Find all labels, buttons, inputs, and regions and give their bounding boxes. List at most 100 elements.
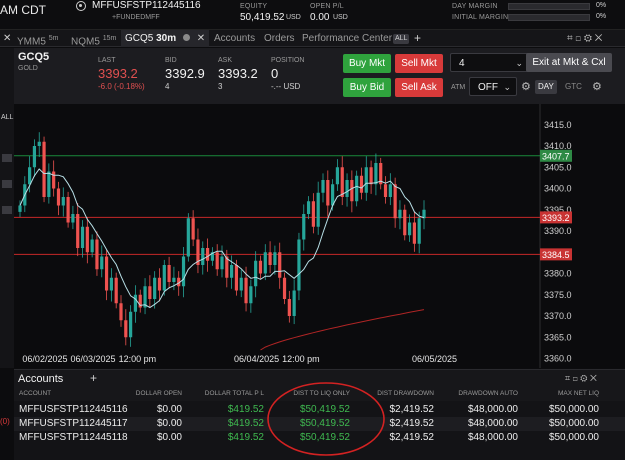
candle-body bbox=[153, 277, 157, 299]
close-panel-icon[interactable]: ✕ bbox=[3, 30, 15, 47]
last-label: LAST bbox=[98, 57, 116, 64]
col-max-net-liq[interactable]: MAX NET LIQ bbox=[522, 387, 599, 401]
exit-at-mkt-cancel-button[interactable]: Exit at Mkt & Cxl bbox=[526, 53, 612, 72]
sell-mkt-button[interactable]: Sell Mkt bbox=[395, 54, 443, 73]
candle-body bbox=[201, 248, 205, 265]
candle-body bbox=[100, 256, 104, 270]
col-dollar-open[interactable]: DOLLAR OPEN bbox=[112, 387, 182, 401]
price-chart[interactable]: 3415.03410.03405.03400.03395.03390.03385… bbox=[14, 104, 625, 368]
tabs-badge[interactable]: ALL bbox=[393, 30, 410, 47]
candle-body bbox=[109, 277, 113, 291]
col-dollar-total-pl[interactable]: DOLLAR TOTAL P L bbox=[188, 387, 264, 401]
quantity-select[interactable]: 4 ⌄ bbox=[450, 53, 530, 72]
candle-body bbox=[191, 218, 195, 240]
candle-body bbox=[292, 290, 296, 316]
tab-bar: ✕ YMM5 5m NQM5 15m GCQ5 30m ✕ Accounts O… bbox=[0, 30, 625, 47]
account-summary-bar: AM CDT MFFUSFSTP112445116 +FUNDEDMFF EQU… bbox=[0, 0, 625, 30]
candle-body bbox=[71, 214, 75, 223]
tab-orders[interactable]: Orders bbox=[264, 30, 295, 47]
candle-body bbox=[56, 188, 61, 206]
order-settings-icon[interactable]: ⚙ bbox=[592, 80, 602, 93]
candle-body bbox=[249, 286, 253, 304]
tab-ymm5[interactable]: YMM5 5m bbox=[17, 30, 58, 47]
panel-controls-icon[interactable]: ⌗ ◻ ⚙ ✕ bbox=[565, 373, 597, 384]
ask-price: 3393.2 bbox=[218, 66, 258, 81]
drawdown-auto-cell: $48,000.00 bbox=[467, 418, 518, 429]
candle-body bbox=[80, 226, 85, 248]
price-level-label: 3393.2 bbox=[542, 213, 570, 223]
drawdown-auto-cell: $48,000.00 bbox=[467, 432, 518, 443]
day-margin-bar bbox=[508, 3, 590, 10]
candle-body bbox=[321, 180, 325, 193]
dollar-open-cell: $0.00 bbox=[156, 418, 182, 429]
initial-margin-label: INITIAL MARGIN bbox=[452, 14, 509, 21]
candle-body bbox=[162, 265, 166, 291]
tab-accounts[interactable]: Accounts bbox=[214, 30, 255, 47]
equity-label: EQUITY bbox=[240, 3, 268, 10]
last-price: 3393.2 bbox=[98, 66, 138, 81]
tab-gcq5[interactable]: GCQ5 30m ✕ bbox=[121, 30, 209, 47]
candle-body bbox=[297, 239, 301, 291]
price-level-label: 3384.5 bbox=[542, 250, 570, 260]
col-drawdown-auto[interactable]: DRAWDOWN AUTO bbox=[438, 387, 518, 401]
candle-body bbox=[157, 277, 162, 291]
accounts-table: ACCOUNT DOLLAR OPEN DOLLAR TOTAL P L DIS… bbox=[14, 382, 625, 460]
tif-day-toggle[interactable]: DAY bbox=[535, 80, 557, 94]
buy-mkt-button[interactable]: Buy Mkt bbox=[343, 54, 391, 73]
candle-body bbox=[311, 201, 315, 227]
day-margin-label: DAY MARGIN bbox=[452, 3, 498, 10]
col-account[interactable]: ACCOUNT bbox=[19, 387, 51, 401]
candle-body bbox=[369, 167, 373, 185]
candle-body bbox=[215, 252, 219, 270]
candle-body bbox=[119, 303, 123, 321]
left-edge-mark: (0) bbox=[0, 417, 10, 426]
y-tick-label: 3390.0 bbox=[544, 226, 572, 236]
candle-body bbox=[383, 184, 388, 197]
x-tick-label: 12:00 pm bbox=[282, 354, 320, 364]
symbol: GCQ5 bbox=[18, 51, 50, 63]
annotation-ellipse bbox=[267, 382, 385, 456]
buy-bid-button[interactable]: Buy Bid bbox=[343, 78, 391, 97]
equity-value: 50,419.52 bbox=[240, 12, 285, 23]
candle-body bbox=[263, 252, 267, 274]
candle-body bbox=[18, 205, 22, 212]
candle-body bbox=[407, 222, 412, 236]
candle-body bbox=[388, 184, 392, 197]
ask-size: 3 bbox=[218, 82, 223, 91]
tab-nqm5[interactable]: NQM5 15m bbox=[71, 30, 116, 47]
candle-body bbox=[364, 167, 368, 193]
bid-size: 4 bbox=[165, 82, 170, 91]
candle-body bbox=[133, 294, 138, 312]
openpl-label: OPEN P/L bbox=[310, 3, 344, 10]
account-selector-icon[interactable] bbox=[76, 1, 86, 11]
account-id[interactable]: MFFUSFSTP112445116 bbox=[92, 0, 201, 11]
chart-svg[interactable]: 3415.03410.03405.03400.03395.03390.03385… bbox=[14, 104, 625, 368]
max-net-liq-cell: $50,000.00 bbox=[548, 404, 599, 415]
add-tab-icon[interactable]: + bbox=[414, 30, 421, 47]
candle-body bbox=[129, 311, 133, 338]
candle-body bbox=[258, 260, 263, 274]
tab-close-icon[interactable]: ✕ bbox=[197, 33, 205, 44]
candle-body bbox=[181, 256, 186, 287]
candle-body bbox=[220, 256, 224, 270]
collapsed-panel-label[interactable]: ALL bbox=[1, 114, 13, 121]
y-tick-label: 3360.0 bbox=[544, 354, 572, 364]
candle-body bbox=[42, 141, 46, 197]
atm-settings-icon[interactable]: ⚙ bbox=[521, 80, 531, 93]
candle-body bbox=[287, 299, 291, 316]
candle-body bbox=[403, 209, 407, 236]
candle-body bbox=[61, 197, 65, 206]
tif-gtc-toggle[interactable]: GTC bbox=[562, 80, 585, 94]
candle-body bbox=[268, 252, 272, 265]
candle-body bbox=[254, 260, 258, 287]
panel-controls-icon[interactable]: ⌗ ◻ ⚙ ✕ bbox=[567, 30, 602, 47]
sell-ask-button[interactable]: Sell Ask bbox=[395, 78, 443, 97]
tab-performance-center[interactable]: Performance Center bbox=[302, 30, 392, 47]
candle-body bbox=[393, 184, 397, 219]
atm-select[interactable]: OFF ⌄ bbox=[469, 77, 517, 96]
add-panel-icon[interactable]: + bbox=[90, 371, 97, 385]
y-tick-label: 3370.0 bbox=[544, 311, 572, 321]
y-tick-label: 3400.0 bbox=[544, 184, 572, 194]
dollar-total-pl-cell: $419.52 bbox=[227, 418, 264, 429]
dollar-open-cell: $0.00 bbox=[156, 404, 182, 415]
